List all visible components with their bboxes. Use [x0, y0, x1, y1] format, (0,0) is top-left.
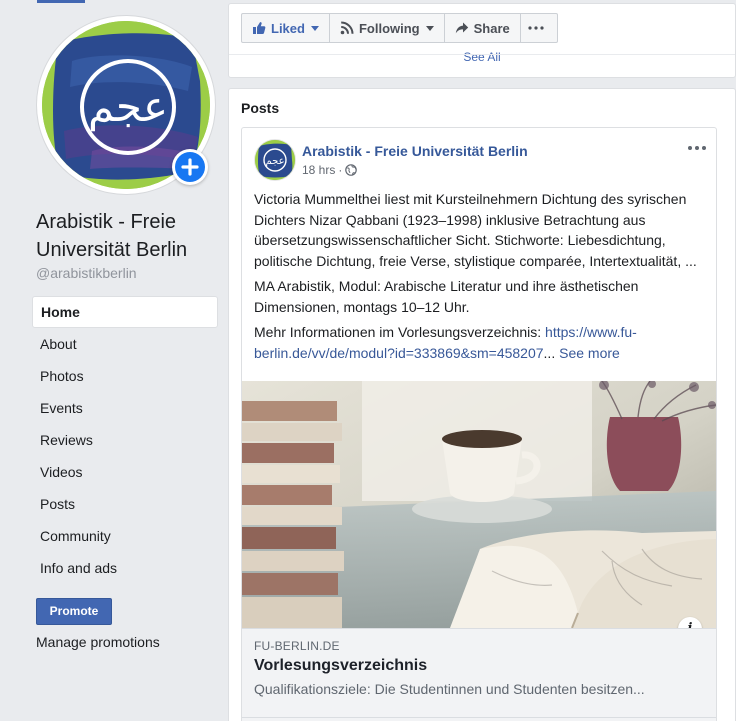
post: عجم Arabistik - Freie Universität Berlin…: [241, 127, 717, 721]
more-info-text: Mehr Informationen im Vorlesungsverzeich…: [254, 324, 546, 340]
separator-dot: ·: [338, 163, 343, 177]
post-meta: 18 hrs ·: [302, 163, 358, 177]
post-timestamp[interactable]: 18 hrs: [302, 163, 335, 177]
rss-icon: [340, 21, 354, 35]
following-button[interactable]: Following: [329, 13, 445, 43]
nav-item-home[interactable]: Home: [32, 296, 218, 328]
share-arrow-icon: [455, 22, 468, 34]
post-paragraph: MA Arabistik, Modul: Arabische Literatur…: [254, 278, 639, 315]
nav-item-info-and-ads[interactable]: Info and ads: [32, 552, 218, 584]
divider: [242, 717, 716, 718]
posts-heading: Posts: [241, 100, 280, 116]
nav-item-events[interactable]: Events: [32, 392, 218, 424]
promote-button[interactable]: Promote: [36, 598, 112, 625]
page-action-bar: Liked Following Share: [241, 13, 558, 43]
globe-icon[interactable]: [345, 164, 358, 176]
share-button[interactable]: Share: [444, 13, 521, 43]
link-preview-title: Vorlesungsverzeichnis: [254, 657, 428, 674]
page-navigation: Home About Photos Events Reviews Videos …: [32, 296, 218, 584]
manage-promotions-link[interactable]: Manage promotions: [36, 634, 160, 650]
plus-icon: [175, 152, 205, 182]
post-text: Victoria Mummelthei liest mit Kursteilne…: [254, 189, 704, 368]
link-preview-image[interactable]: [242, 381, 716, 628]
post-author-name[interactable]: Arabistik - Freie Universität Berlin: [302, 143, 528, 159]
avatar-calligraphy: عجم: [265, 156, 284, 167]
page-username: @arabistikberlin: [36, 265, 137, 281]
page-actions-card: Liked Following Share See All: [228, 3, 736, 78]
liked-label: Liked: [271, 20, 305, 36]
divider: [229, 54, 735, 55]
chevron-down-icon: [310, 25, 319, 31]
post-paragraph: Victoria Mummelthei liest mit Kursteilne…: [254, 191, 697, 269]
more-actions-button[interactable]: [520, 13, 558, 43]
more-dots-icon: [528, 26, 544, 30]
following-label: Following: [358, 20, 420, 36]
nav-item-reviews[interactable]: Reviews: [32, 424, 218, 456]
header-tab-indicator: [37, 0, 85, 3]
nav-item-videos[interactable]: Videos: [32, 456, 218, 488]
page-sidebar: عجم Arabistik - Freie Universität Berlin…: [0, 0, 228, 721]
nav-item-about[interactable]: About: [32, 328, 218, 360]
see-all-link[interactable]: See All: [229, 50, 735, 64]
logo-calligraphy: عجم: [88, 82, 168, 132]
nav-item-photos[interactable]: Photos: [32, 360, 218, 392]
link-preview-description: Qualifikationsziele: Die Studentinnen un…: [254, 681, 645, 697]
page-title: Arabistik - Freie Universität Berlin: [36, 211, 188, 261]
share-label: Share: [473, 20, 510, 36]
nav-item-community[interactable]: Community: [32, 520, 218, 552]
post-paragraph: Mehr Informationen im Vorlesungsverzeich…: [254, 322, 704, 363]
liked-button[interactable]: Liked: [241, 13, 330, 43]
link-preview-domain: FU-BERLIN.DE: [254, 639, 340, 653]
more-dots-icon: [688, 146, 692, 150]
thumbs-up-icon: [253, 22, 266, 34]
add-profile-photo-button[interactable]: [172, 149, 208, 185]
chevron-down-icon: [425, 25, 434, 31]
see-more-link[interactable]: See more: [559, 345, 620, 361]
nav-item-posts[interactable]: Posts: [32, 488, 218, 520]
post-author-avatar[interactable]: عجم: [255, 140, 295, 180]
post-options-button[interactable]: [686, 138, 708, 158]
ellipsis: ...: [543, 344, 556, 361]
link-preview-card[interactable]: FU-BERLIN.DE Vorlesungsverzeichnis Quali…: [242, 628, 716, 721]
